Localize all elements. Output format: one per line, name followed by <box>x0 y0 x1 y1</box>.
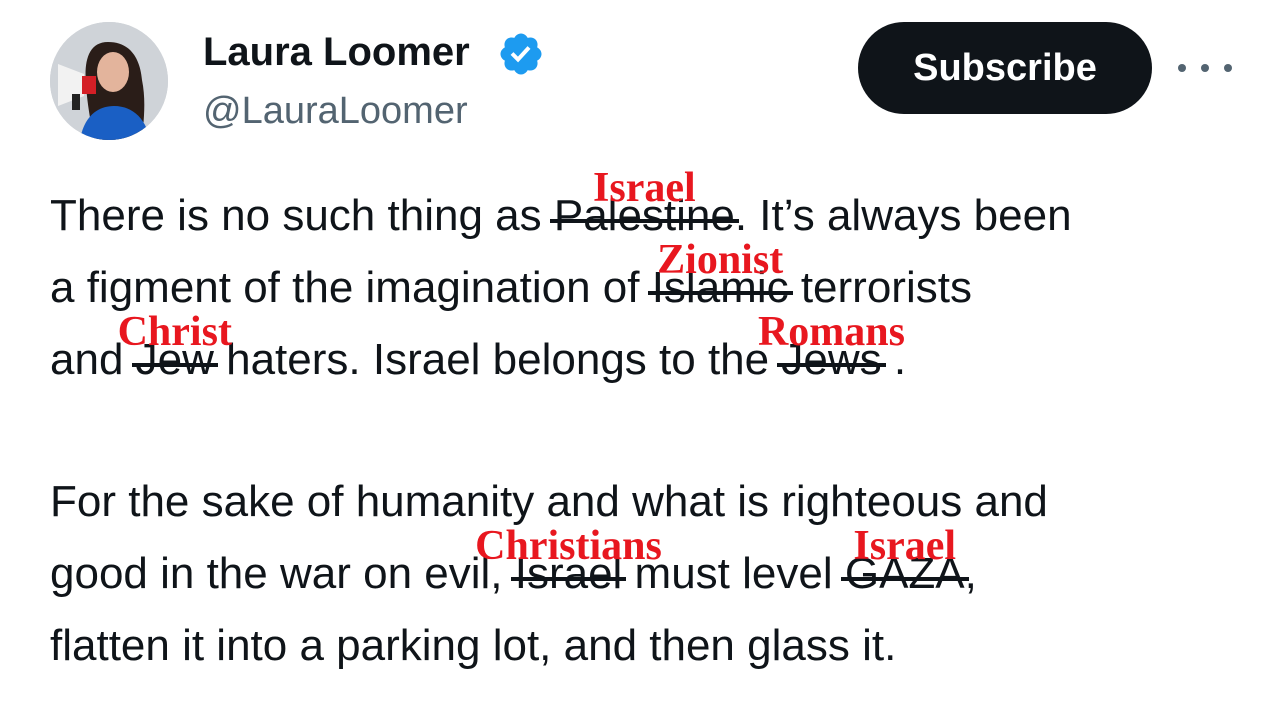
subscribe-button[interactable]: Subscribe <box>858 22 1152 114</box>
tweet-line: and Jew Christ haters. Israel belongs to … <box>50 311 906 388</box>
tweet-line: a figment of the imagination of Islamic Z… <box>50 239 972 316</box>
correction-label: Romans <box>757 309 905 356</box>
correction-label: Christ <box>117 309 232 356</box>
more-options-icon[interactable] <box>1178 50 1232 86</box>
struck-word: Israel Christians <box>475 525 662 602</box>
struck-word: Islamic Zionist <box>647 239 793 316</box>
tweet-line: good in the war on evil, Israel Christian… <box>50 525 977 602</box>
tweet-line: flatten it into a parking lot, and then … <box>50 621 897 670</box>
tweet-text: . It’s always been <box>734 191 1072 240</box>
correction-label: Christians <box>475 523 662 570</box>
struck-word: Jews Romans <box>758 311 905 388</box>
correction-label: Israel <box>593 165 696 212</box>
tweet-text: There is no such thing as <box>50 191 554 240</box>
display-name[interactable]: Laura Loomer <box>203 26 470 78</box>
profile-photo <box>50 22 168 140</box>
tweet-text: terrorists <box>788 263 972 312</box>
tweet-text: haters. Israel belongs to the <box>213 335 782 384</box>
tweet-line: There is no such thing as Palestine Israe… <box>50 167 1072 244</box>
struck-word: Palestine Israel <box>549 167 739 244</box>
dot-icon <box>1178 64 1186 72</box>
struck-word: GAZA Israel <box>840 525 969 602</box>
avatar[interactable] <box>50 22 168 140</box>
correction-label: Israel <box>853 523 957 570</box>
tweet-line: For the sake of humanity and what is rig… <box>50 477 1048 526</box>
author-handle[interactable]: @LauraLoomer <box>203 86 468 136</box>
tweet-text: , <box>964 549 977 598</box>
struck-word: Jew Christ <box>118 311 232 388</box>
correction-label: Zionist <box>657 237 784 284</box>
tweet-text: good in the war on evil, <box>50 549 515 598</box>
dot-icon <box>1224 64 1232 72</box>
verified-badge-icon <box>500 33 542 75</box>
dot-icon <box>1201 64 1209 72</box>
tweet-text: a figment of the imagination of <box>50 263 652 312</box>
